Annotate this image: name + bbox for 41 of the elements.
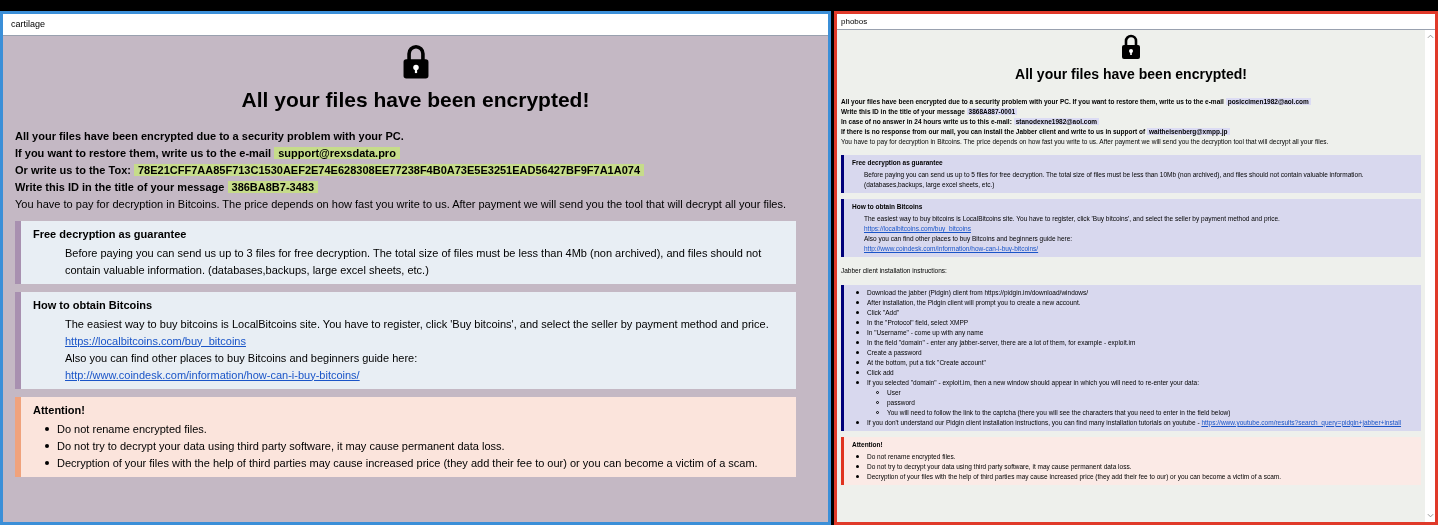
bullet-icon bbox=[856, 475, 859, 479]
link[interactable]: https://localbitcoins.com/buy_bitcoins bbox=[65, 334, 246, 347]
bullet-icon bbox=[856, 351, 859, 355]
note-text: All your files have been encrypted due to a security problem with your PC. bbox=[15, 128, 405, 144]
bullet-icon bbox=[856, 381, 859, 385]
body-text: The easiest way to buy bitcoins is LocalBitcoins site. You have to register, click 'Buy bitcoins', and select the seller by payment method and price. bbox=[64, 316, 770, 332]
bullet-icon bbox=[856, 371, 859, 375]
chevron-up-icon[interactable] bbox=[1426, 34, 1434, 39]
scrollbar[interactable] bbox=[1425, 30, 1435, 522]
window-title: phobos bbox=[841, 15, 868, 28]
note-heading: All your files have been encrypted! bbox=[240, 87, 591, 113]
bullet-icon bbox=[856, 455, 859, 459]
bullet-text: Do not rename encrypted files. bbox=[57, 421, 207, 437]
note-text: You have to pay for decryption in Bitcoins. The price depends on how fast you write to us. After payment we will send you the tool that will decrypt all your files. bbox=[15, 196, 788, 212]
panel-title: Attention! bbox=[33, 402, 86, 418]
bullet-icon bbox=[45, 443, 49, 448]
padlock-icon bbox=[1121, 34, 1141, 60]
bullet-icon bbox=[856, 291, 859, 295]
link[interactable]: http://www.coindesk.com/information/how-can-i-buy-bitcoins/ bbox=[65, 368, 360, 381]
bullet-icon bbox=[856, 311, 859, 315]
bullet-icon bbox=[856, 301, 859, 305]
bullet-icon bbox=[856, 321, 859, 325]
bullet-icon bbox=[856, 361, 859, 365]
note-heading: All your files have been encrypted! bbox=[1014, 65, 1248, 84]
bullet-icon bbox=[856, 421, 859, 425]
bullet-icon bbox=[856, 331, 859, 335]
note-text: Write this ID in the title of your message 386BA8B7-3483 bbox=[15, 178, 816, 196]
body-text: Also you can find other places to buy Bitcoins and beginners guide here: bbox=[64, 350, 419, 366]
bullet-text: Decryption of your files with the help of third parties may cause increased price (they add their fee to our) or you can become a victim of a scam. bbox=[57, 455, 758, 471]
bullet-icon bbox=[45, 460, 49, 465]
bullet-icon bbox=[856, 465, 859, 469]
window-title: cartilage bbox=[11, 17, 46, 31]
bullet-icon bbox=[45, 426, 49, 431]
body-text: Before paying you can send us up to 3 files for free decryption. The total size of files must be less than 4Mb (non archived), and files should not contain valuable information. (databases,backups, large excel sheets, etc.) bbox=[64, 245, 763, 278]
panel-title: Free decryption as guarantee bbox=[33, 226, 188, 242]
note-text: If you want to restore them, write us to the e-mail support@rexsdata.pro bbox=[15, 144, 816, 162]
panel-title: How to obtain Bitcoins bbox=[33, 297, 154, 313]
chevron-down-icon[interactable] bbox=[1426, 513, 1434, 518]
bullet-text: Do not try to decrypt your data using third party software, it may cause permanent data loss. bbox=[57, 438, 505, 454]
bullet-icon bbox=[856, 341, 859, 345]
note-text: Or write us to the Tox: 78E21CFF7AA85F713C1530AEF2E74E628308EE77238F4B0A73E5E3251EAD56427BF9F7A1A074 bbox=[15, 161, 816, 179]
